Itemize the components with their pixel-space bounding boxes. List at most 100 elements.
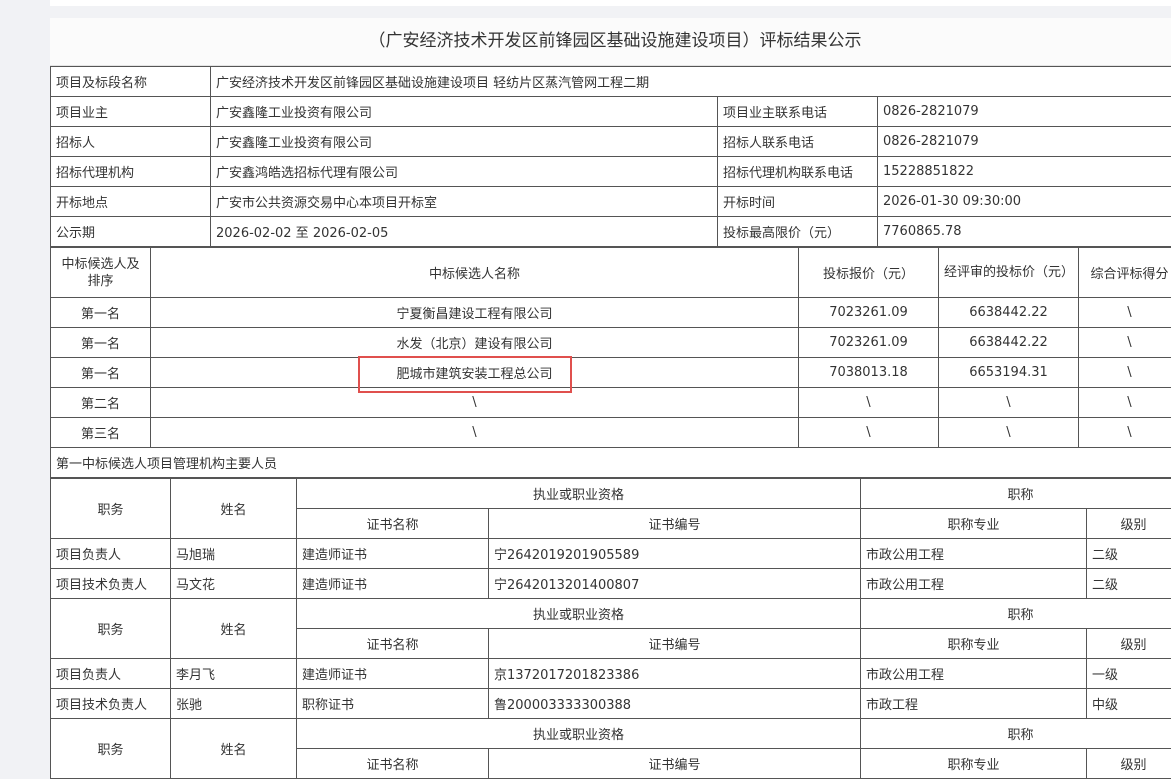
header-title: 职称 [861, 599, 1171, 629]
person-cert-no: 京1372017201823386 [489, 659, 861, 689]
info-label: 招标人 [51, 127, 211, 157]
info-value: 2026-01-30 09:30:00 [878, 187, 1171, 217]
table-row: 第三名 \ \ \ \ [51, 418, 1171, 448]
page-title: （广安经济技术开发区前锋园区基础设施建设项目）评标结果公示 [50, 18, 1171, 66]
person-level: 中级 [1087, 689, 1171, 719]
person-name: 张驰 [171, 689, 297, 719]
table-row: 项目技术负责人 张驰 职称证书 鲁200003333300388 市政工程 中级 [51, 689, 1171, 719]
header-cert-no: 证书编号 [489, 629, 861, 659]
info-value: 2026-02-02 至 2026-02-05 [211, 217, 718, 247]
personnel-table: 职务 姓名 执业或职业资格 职称 证书名称 证书编号 职称专业 级别 项目负责人… [50, 478, 1171, 779]
person-cert-name: 建造师证书 [297, 659, 489, 689]
table-row: 第一名 肥城市建筑安装工程总公司 7038013.18 6653194.31 \ [51, 358, 1171, 388]
candidate-score: \ [1079, 328, 1171, 358]
header-name: 姓名 [171, 479, 297, 539]
header-score: 综合评标得分 [1079, 248, 1171, 298]
info-label: 招标代理机构 [51, 157, 211, 187]
info-label: 项目及标段名称 [51, 67, 211, 97]
header-cert-name: 证书名称 [297, 749, 489, 779]
header-qualification: 执业或职业资格 [297, 479, 861, 509]
header-title-major: 职称专业 [861, 749, 1087, 779]
person-name: 马旭瑞 [171, 539, 297, 569]
header-role: 职务 [51, 479, 171, 539]
person-level: 二级 [1087, 539, 1171, 569]
person-cert-no: 鲁200003333300388 [489, 689, 861, 719]
person-cert-name: 建造师证书 [297, 539, 489, 569]
person-name: 李月飞 [171, 659, 297, 689]
table-row: 招标代理机构 广安鑫鸿皓选招标代理有限公司 招标代理机构联系电话 1522885… [51, 157, 1171, 187]
info-value: 广安市公共资源交易中心本项目开标室 [211, 187, 718, 217]
personnel-section-title: 第一中标候选人项目管理机构主要人员 [51, 448, 1171, 478]
header-cert-no: 证书编号 [489, 509, 861, 539]
table-row: 项目业主 广安鑫隆工业投资有限公司 项目业主联系电话 0826-2821079 [51, 97, 1171, 127]
person-name: 马文花 [171, 569, 297, 599]
info-label: 项目业主联系电话 [718, 97, 878, 127]
candidate-bid: \ [799, 418, 939, 448]
header-evaluated-price: 经评审的投标价（元） [939, 248, 1079, 298]
header-cert-name: 证书名称 [297, 629, 489, 659]
person-major: 市政公用工程 [861, 659, 1087, 689]
header-cert-no: 证书编号 [489, 749, 861, 779]
info-label: 招标人联系电话 [718, 127, 878, 157]
header-level: 级别 [1087, 749, 1171, 779]
info-value: 广安鑫鸿皓选招标代理有限公司 [211, 157, 718, 187]
candidate-score: \ [1079, 358, 1171, 388]
header-candidate-name: 中标候选人名称 [151, 248, 799, 298]
header-role: 职务 [51, 719, 171, 779]
table-header-row: 职务 姓名 执业或职业资格 职称 [51, 599, 1171, 629]
header-name: 姓名 [171, 719, 297, 779]
candidate-score: \ [1079, 418, 1171, 448]
info-value: 广安经济技术开发区前锋园区基础设施建设项目 轻纺片区蒸汽管网工程二期 [211, 67, 1171, 97]
person-role: 项目技术负责人 [51, 689, 171, 719]
candidate-rank: 第三名 [51, 418, 151, 448]
info-label: 投标最高限价（元） [718, 217, 878, 247]
header-level: 级别 [1087, 509, 1171, 539]
person-role: 项目负责人 [51, 539, 171, 569]
header-cert-name: 证书名称 [297, 509, 489, 539]
table-row: 项目负责人 马旭瑞 建造师证书 宁2642019201905589 市政公用工程… [51, 539, 1171, 569]
info-value: 0826-2821079 [878, 97, 1171, 127]
table-row: 项目及标段名称 广安经济技术开发区前锋园区基础设施建设项目 轻纺片区蒸汽管网工程… [51, 67, 1171, 97]
candidate-rank: 第一名 [51, 298, 151, 328]
header-bid-price: 投标报价（元） [799, 248, 939, 298]
section-title-row: 第一中标候选人项目管理机构主要人员 [51, 448, 1171, 478]
candidate-bid: 7038013.18 [799, 358, 939, 388]
info-value: 广安鑫隆工业投资有限公司 [211, 97, 718, 127]
table-header-row: 中标候选人及排序 中标候选人名称 投标报价（元） 经评审的投标价（元） 综合评标… [51, 248, 1171, 298]
info-label: 开标地点 [51, 187, 211, 217]
table-row: 开标地点 广安市公共资源交易中心本项目开标室 开标时间 2026-01-30 0… [51, 187, 1171, 217]
candidate-bid: 7023261.09 [799, 298, 939, 328]
table-row: 第一名 水发（北京）建设有限公司 7023261.09 6638442.22 \ [51, 328, 1171, 358]
candidate-rank: 第二名 [51, 388, 151, 418]
person-role: 项目负责人 [51, 659, 171, 689]
candidate-eval: \ [939, 418, 1079, 448]
table-row: 第二名 \ \ \ \ [51, 388, 1171, 418]
person-cert-no: 宁2642019201905589 [489, 539, 861, 569]
candidate-name: \ [151, 388, 799, 418]
result-notice-panel: （广安经济技术开发区前锋园区基础设施建设项目）评标结果公示 项目及标段名称 广安… [50, 18, 1171, 779]
info-label: 招标代理机构联系电话 [718, 157, 878, 187]
person-cert-no: 宁2642013201400807 [489, 569, 861, 599]
header-name: 姓名 [171, 599, 297, 659]
table-row: 公示期 2026-02-02 至 2026-02-05 投标最高限价（元） 77… [51, 217, 1171, 247]
header-title: 职称 [861, 719, 1171, 749]
header-title: 职称 [861, 479, 1171, 509]
info-label: 公示期 [51, 217, 211, 247]
info-value: 0826-2821079 [878, 127, 1171, 157]
info-value: 广安鑫隆工业投资有限公司 [211, 127, 718, 157]
table-row: 项目技术负责人 马文花 建造师证书 宁2642013201400807 市政公用… [51, 569, 1171, 599]
candidate-rank: 第一名 [51, 328, 151, 358]
person-level: 二级 [1087, 569, 1171, 599]
person-level: 一级 [1087, 659, 1171, 689]
header-qualification: 执业或职业资格 [297, 599, 861, 629]
candidate-score: \ [1079, 388, 1171, 418]
candidates-table: 中标候选人及排序 中标候选人名称 投标报价（元） 经评审的投标价（元） 综合评标… [50, 247, 1171, 478]
table-row: 第一名 宁夏衡昌建设工程有限公司 7023261.09 6638442.22 \ [51, 298, 1171, 328]
info-value: 15228851822 [878, 157, 1171, 187]
candidate-rank: 第一名 [51, 358, 151, 388]
top-bar [50, 0, 1171, 6]
candidate-name: 肥城市建筑安装工程总公司 [151, 358, 799, 388]
candidate-name: 宁夏衡昌建设工程有限公司 [151, 298, 799, 328]
person-major: 市政工程 [861, 689, 1087, 719]
table-row: 招标人 广安鑫隆工业投资有限公司 招标人联系电话 0826-2821079 [51, 127, 1171, 157]
